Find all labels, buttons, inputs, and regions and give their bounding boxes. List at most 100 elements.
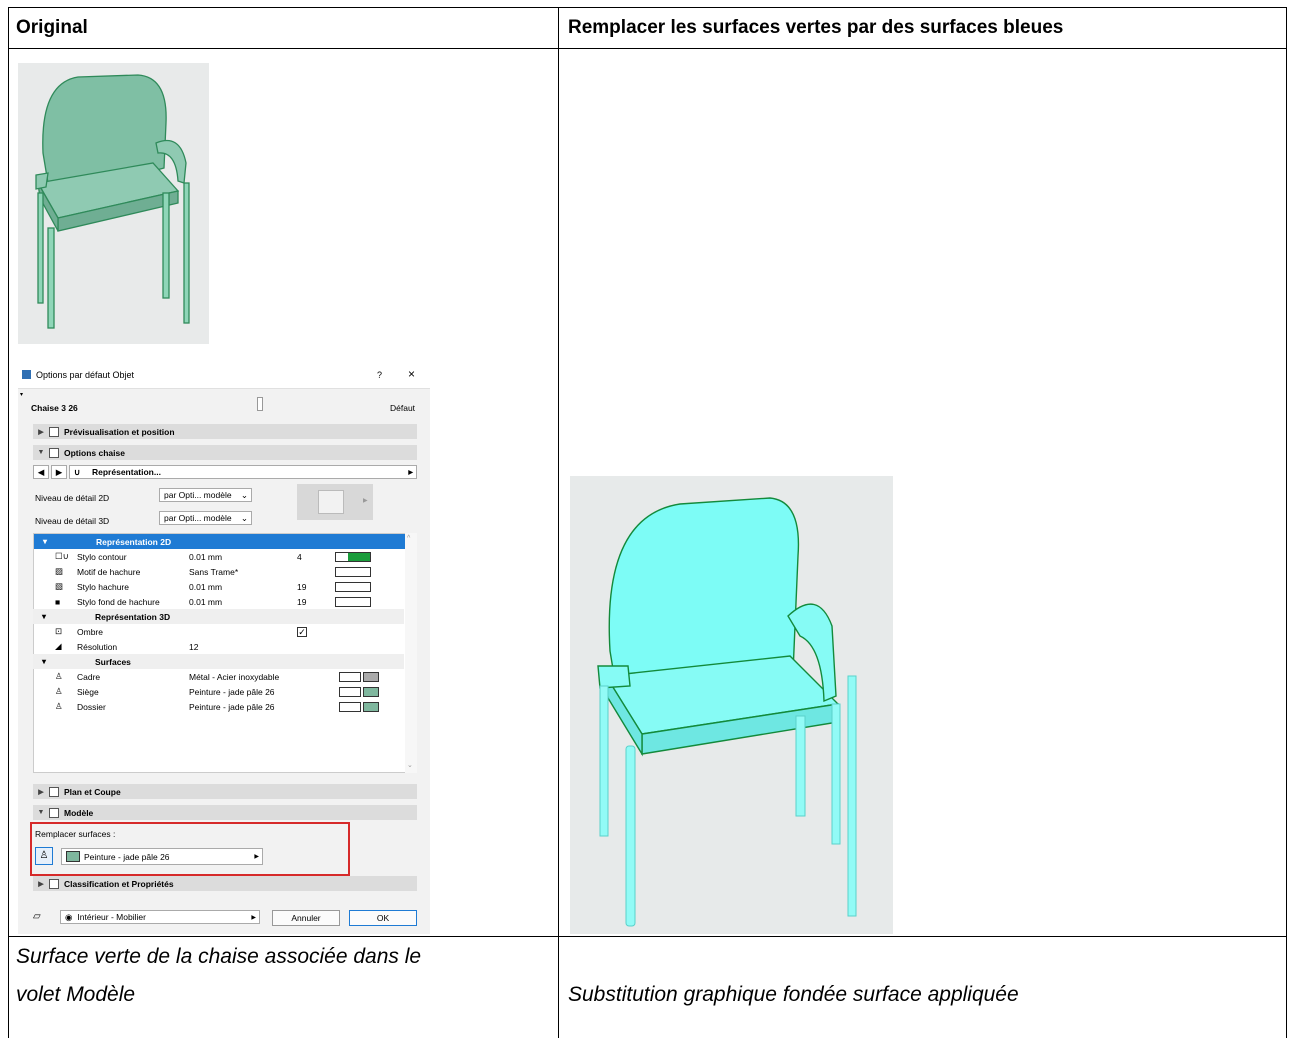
chevron-down-icon: ⌄ [240,512,248,523]
object-settings-dialog: Options par défaut Objet ? × ▾ Chaise 3 … [18,362,430,934]
next-page-button[interactable]: ▶ [51,465,67,479]
group-label: Représentation 3D [95,611,171,622]
expand-right-icon: ▶ [38,428,44,436]
pattern-swatch[interactable] [335,566,371,577]
scroll-down-icon[interactable]: ⌄ [407,761,413,769]
override-surface-value: Peinture - jade pâle 26 [84,851,170,862]
expand-down-icon: ▼ [37,809,45,816]
dialog-title: Options par défaut Objet [36,370,135,380]
param-row[interactable]: ☐∪ Stylo contour 0.01 mm 4 [33,549,404,564]
caption-line [8,936,1287,937]
group-surfaces[interactable]: ▾ Surfaces [33,654,404,670]
override-surfaces-label: Remplacer surfaces : [35,829,116,839]
detail-3d-label: Niveau de détail 3D [35,516,110,526]
section-classification[interactable]: ▶ Classification et Propriétés [33,876,417,891]
override-toggle-button[interactable]: ♙ [35,847,53,865]
surface-swatch[interactable] [339,686,361,697]
param-label: Stylo contour [77,551,127,562]
param-num: 19 [297,596,307,607]
expand-down-icon: ▼ [37,449,45,456]
param-label: Stylo hachure [77,581,129,592]
cancel-button[interactable]: Annuler [272,910,340,926]
param-row[interactable]: ♙ Siège Peinture - jade pâle 26 [33,684,404,699]
caption-original-line2: volet Modèle [16,983,136,1006]
param-value: 0.01 mm [189,581,223,592]
section-plan-section[interactable]: ▶ Plan et Coupe [33,784,417,799]
help-button[interactable]: ? [377,370,382,380]
close-button[interactable]: × [408,367,415,381]
group-representation-2d[interactable]: ▾ Représentation 2D [34,534,405,550]
dialog-titlebar: Options par défaut Objet ? × [18,362,430,388]
section-label: Plan et Coupe [64,786,121,797]
chair-options-icon [49,447,59,458]
param-row[interactable]: ⊡ Ombre ✓ [33,624,404,639]
detail-3d-dropdown[interactable]: par Opti... modèle ⌄ [159,511,252,525]
shadow-checkbox[interactable]: ✓ [297,626,307,637]
classification-icon [49,878,59,889]
group-representation-3d[interactable]: ▾ Représentation 3D [33,609,404,625]
arrow-right-icon: ▶ [254,854,259,860]
paint-bucket-icon: ♙ [55,701,63,712]
param-num: 4 [297,551,302,562]
dialog-body: ▾ Chaise 3 26 Défaut ▶ Prévisualisation … [18,388,430,934]
surface-swatch[interactable] [339,671,361,682]
pen-icon: ☐∪ [55,551,69,562]
eye-icon: ◉ [65,911,73,922]
param-label: Dossier [77,701,106,712]
param-value: 0.01 mm [189,551,223,562]
param-label: Siège [77,686,99,697]
param-row[interactable]: ♙ Dossier Peinture - jade pâle 26 [33,699,404,714]
param-row[interactable]: ◢OmbreRésolution12 [33,639,404,654]
surface-color [363,686,379,697]
param-row[interactable]: ▧ Stylo hachure 0.01 mm 19 [33,579,404,594]
shadow-icon: ⊡ [55,626,63,637]
model-icon [49,807,59,818]
section-model[interactable]: ▼ Modèle [33,805,417,820]
expand-down-icon: ▾ [41,612,46,622]
override-surface-selector[interactable]: Peinture - jade pâle 26 ▶ [61,848,263,865]
section-label: Options chaise [64,447,125,458]
caption-original-line1: Surface verte de la chaise associée dans… [16,945,422,968]
param-value: Peinture - jade pâle 26 [189,701,275,712]
param-value: Sans Trame* [189,566,239,577]
surface-color [66,851,80,862]
object-slider-handle[interactable] [257,397,263,411]
arrow-right-icon: ▶ [363,498,368,504]
arrow-right-icon: ▶ [251,914,256,921]
param-row[interactable]: ♙ Cadre Métal - Acier inoxydable [33,669,404,684]
detail-2d-dropdown[interactable]: par Opti... modèle ⌄ [159,488,252,502]
param-row[interactable]: ■ Stylo fond de hachure 0.01 mm 19 [33,594,404,609]
layer-selector[interactable]: ◉ Intérieur - Mobilier ▶ [60,910,260,924]
header-original: Original [16,17,88,38]
group-label: Surfaces [95,656,131,667]
param-value: 0.01 mm [189,596,223,607]
pen-swatch[interactable] [335,581,371,592]
expand-down-icon: ▾ [42,537,47,547]
page-selector[interactable]: ∪ Représentation... ▶ [69,465,417,479]
surface-swatch[interactable] [339,701,361,712]
blue-chair-image [570,476,893,934]
hatch-pen-icon: ▧ [55,581,64,592]
param-label: Ombre [77,626,103,637]
layers-icon: ▱ [33,911,41,922]
plan-section-icon [49,786,59,797]
ok-button[interactable]: OK [349,910,417,926]
scroll-up-icon[interactable]: ^ [407,535,410,542]
preview-image [318,490,344,514]
section-preview-position[interactable]: ▶ Prévisualisation et position [33,424,417,439]
section-options-chair[interactable]: ▼ Options chaise [33,445,417,460]
prev-page-button[interactable]: ◀ [33,465,49,479]
collapse-arrow-icon[interactable]: ▾ [20,391,23,398]
header-line [8,48,1287,49]
preview-thumbnail[interactable]: ▶ [297,484,373,520]
pen-swatch[interactable] [335,596,371,607]
page-selector-label: Représentation... [92,467,161,477]
table-border-right [1286,8,1287,1038]
param-label: Motif de hachure [77,566,141,577]
param-label: Cadre [77,671,101,682]
param-row[interactable]: ▨ Motif de hachure Sans Trame* [33,564,404,579]
paint-bucket-icon: ♙ [55,686,63,697]
param-value: Métal - Acier inoxydable [189,671,280,682]
pen-color-swatch[interactable] [335,551,371,562]
scrollbar[interactable]: ^ ⌄ [405,533,417,773]
